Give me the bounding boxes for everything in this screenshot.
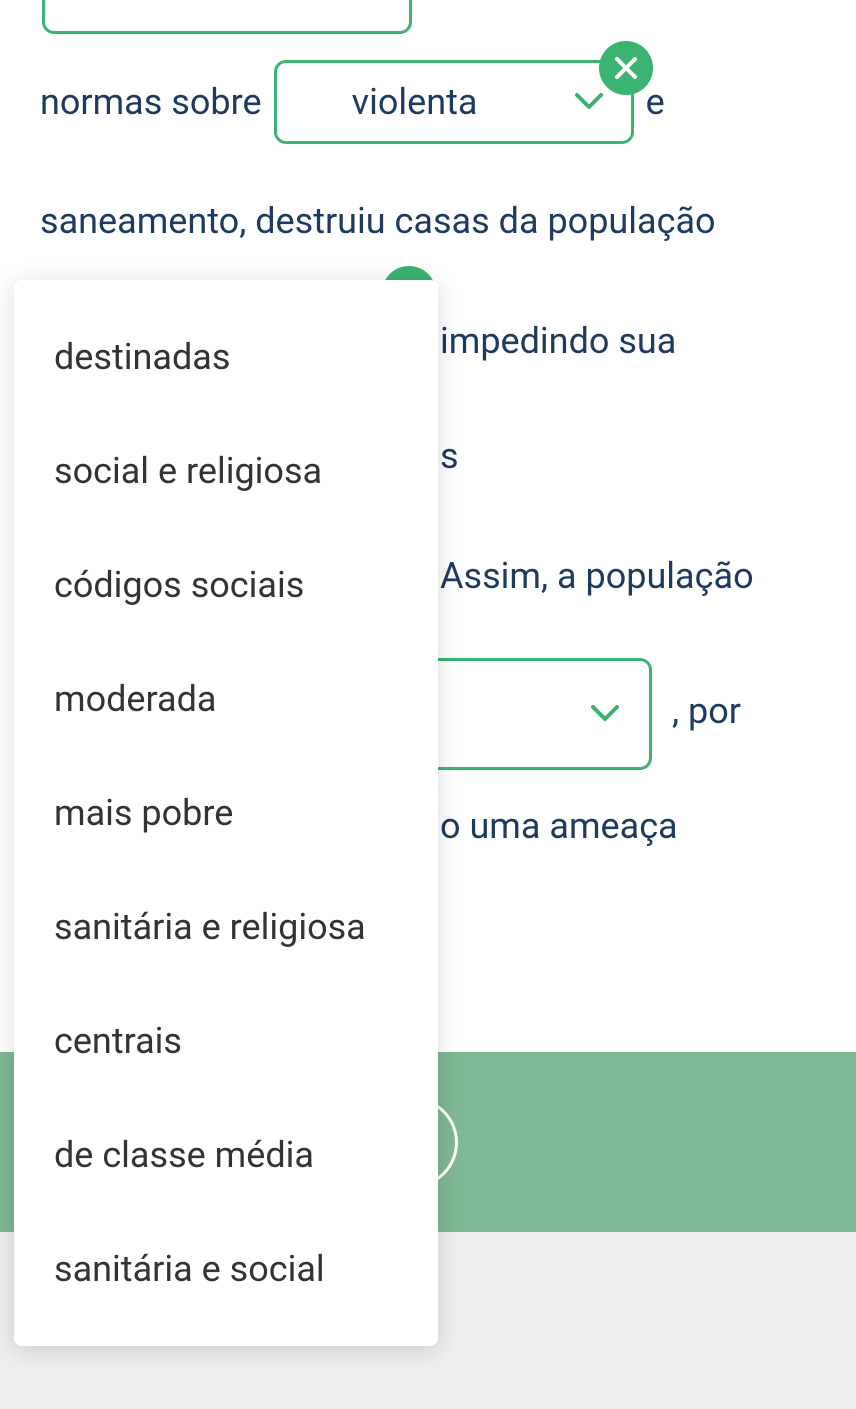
text-line-4: s	[440, 435, 459, 477]
chevron-down-icon	[575, 88, 603, 116]
dropdown-option[interactable]: social e religiosa	[14, 414, 438, 528]
dropdown-option[interactable]: moderada	[14, 642, 438, 756]
dropdown-option[interactable]: de classe média	[14, 1098, 438, 1212]
text-line-3: impedindo sua	[440, 320, 676, 362]
text-line-7: o uma ameaça	[440, 805, 678, 847]
exercise-content: normas sobre violenta e saneamento, dest…	[0, 0, 856, 1409]
close-icon[interactable]	[599, 41, 653, 95]
dropdown-option[interactable]: sanitária e religiosa	[14, 870, 438, 984]
text-line-6: , por	[672, 690, 741, 732]
dropdown-option[interactable]: sanitária e social	[14, 1212, 438, 1326]
dropdown-violenta[interactable]: violenta	[274, 60, 634, 144]
text-line-5: Assim, a população	[440, 555, 754, 597]
text-segment: e	[646, 81, 665, 123]
dropdown-option[interactable]: destinadas	[14, 300, 438, 414]
dropdown-empty[interactable]	[420, 658, 652, 770]
dropdown-value: violenta	[305, 81, 525, 123]
text-line-2: saneamento, destruiu casas da população	[40, 200, 716, 242]
text-segment: normas sobre	[40, 81, 262, 123]
dropdown-option[interactable]: mais pobre	[14, 756, 438, 870]
dropdown-options-menu: destinadas social e religiosa códigos so…	[14, 280, 438, 1346]
partial-dropdown-top[interactable]	[42, 0, 412, 34]
dropdown-option[interactable]: centrais	[14, 984, 438, 1098]
dropdown-option[interactable]: códigos sociais	[14, 528, 438, 642]
chevron-down-icon	[591, 700, 619, 728]
text-line-1: normas sobre violenta e	[40, 60, 665, 144]
